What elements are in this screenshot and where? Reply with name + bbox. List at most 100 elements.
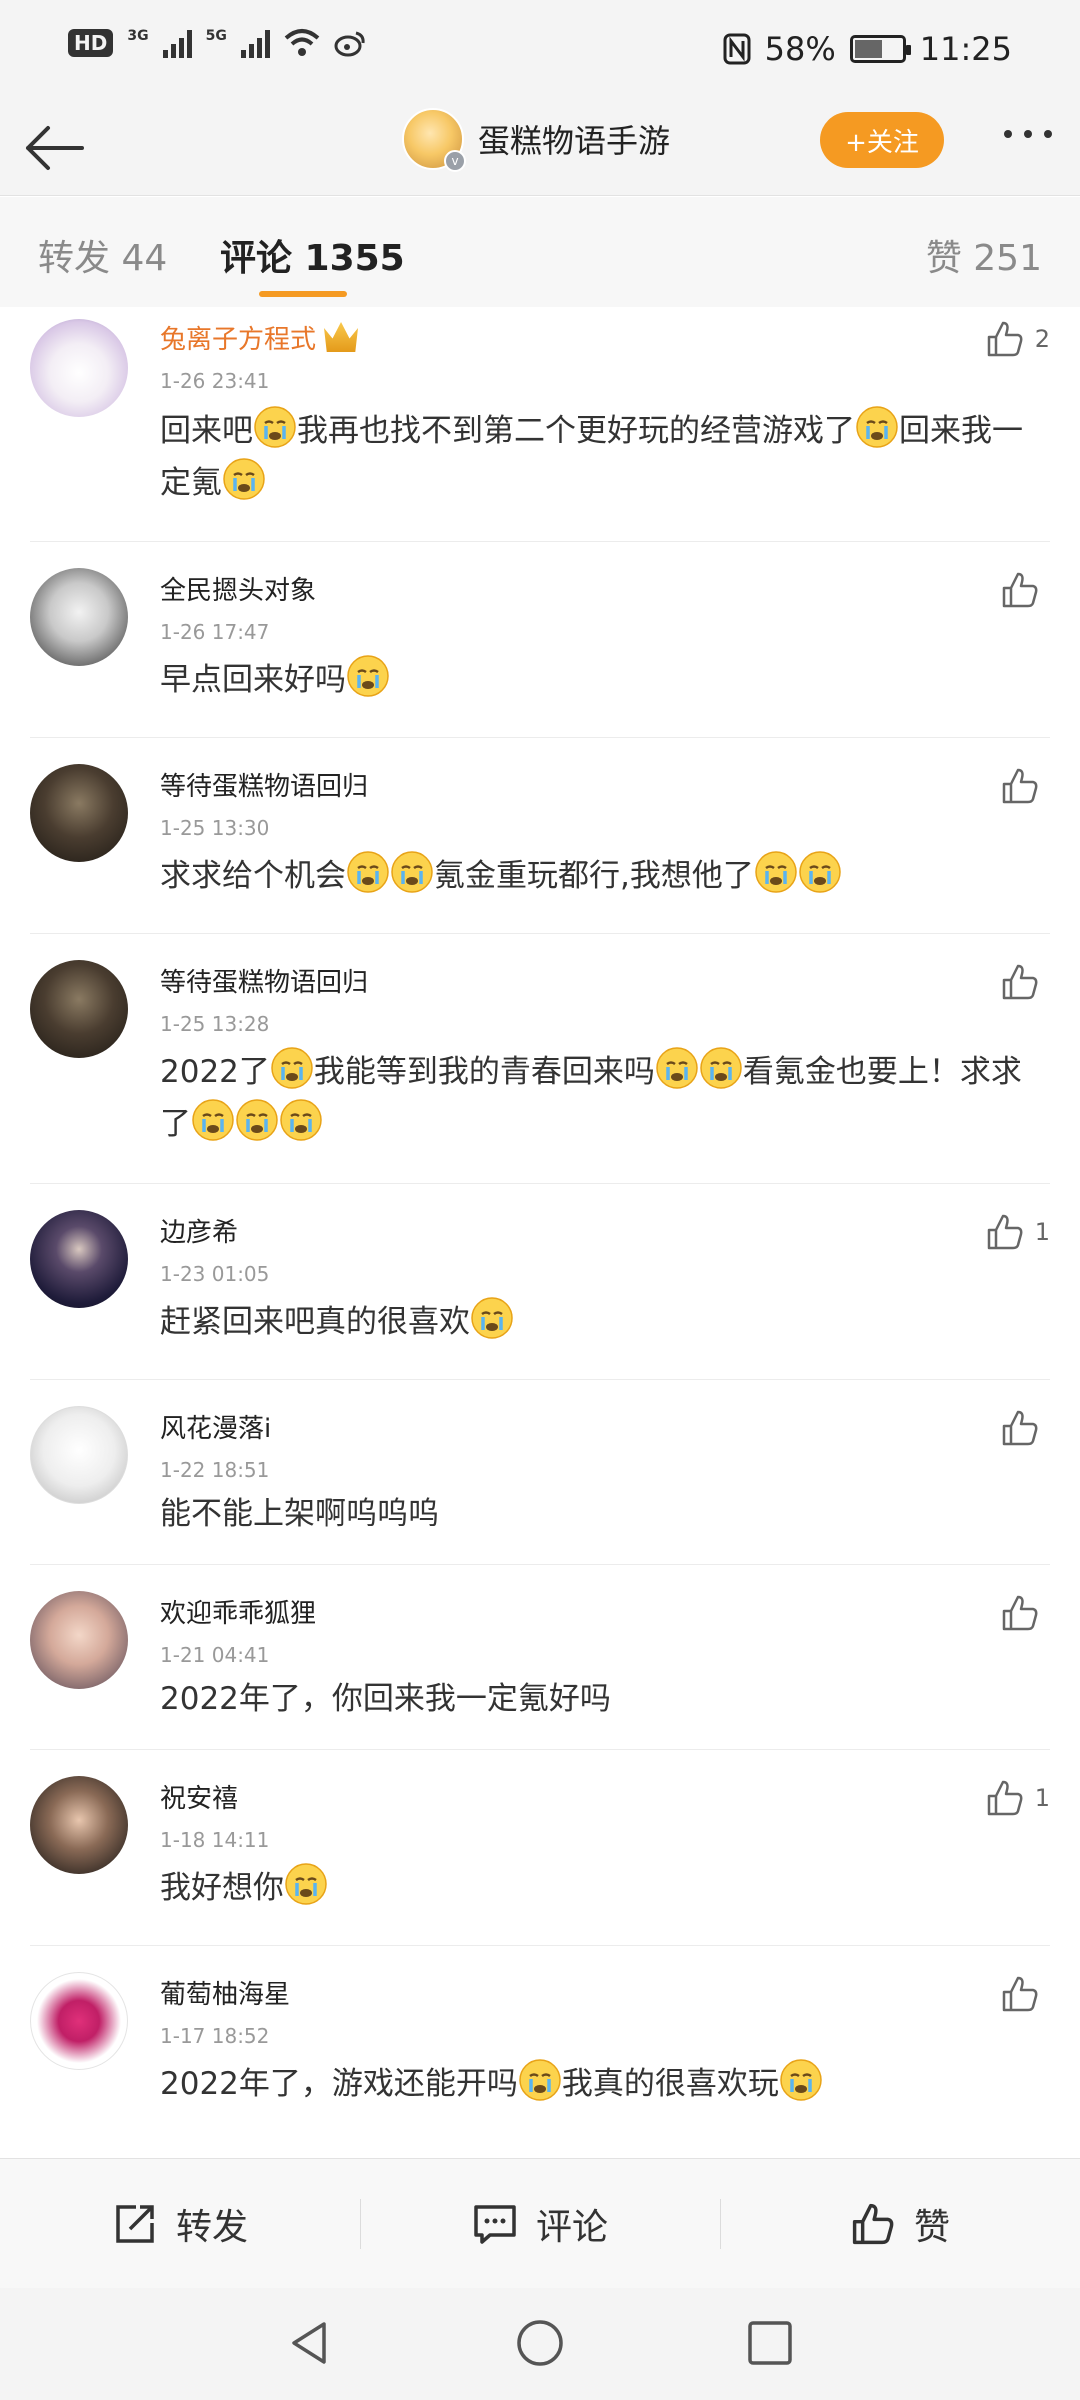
comment-like-button[interactable]: 2: [985, 319, 1050, 359]
battery-level: [854, 40, 882, 58]
comment-time: 1-25 13:28: [160, 1012, 270, 1036]
comment-text: 我好想你: [160, 1862, 1050, 1914]
nav-home-icon[interactable]: [515, 2318, 565, 2368]
comment-username[interactable]: 祝安禧: [160, 1778, 238, 1815]
avatar[interactable]: [30, 1591, 128, 1689]
account-title: 蛋糕物语手游: [478, 122, 671, 160]
comment-item: 风花漫落i 1-22 18:51 能不能上架啊呜呜呜: [30, 1380, 1050, 1565]
crying-emoji-icon: [656, 1047, 698, 1089]
comment-item: 边彦希 1-23 01:05 1 赶紧回来吧真的很喜欢: [30, 1184, 1050, 1380]
system-nav-bar: [0, 2288, 1080, 2400]
account-avatar[interactable]: v: [402, 108, 466, 172]
more-dots-icon[interactable]: [1004, 130, 1052, 138]
crying-emoji-icon: [223, 458, 265, 500]
battery-icon: [849, 35, 911, 63]
comment-like-button[interactable]: 1: [985, 1212, 1050, 1252]
comment-text: 能不能上架啊呜呜呜: [160, 1496, 439, 1532]
wifi-icon: [284, 29, 320, 56]
comment-time: 1-18 14:11: [160, 1828, 270, 1852]
crying-emoji-icon: [519, 2059, 561, 2101]
avatar[interactable]: [30, 960, 128, 1058]
comment-text: 回来吧 我再也找不到第二个更好玩的经营游戏了 回来我一定氪: [160, 405, 1050, 509]
crying-emoji-icon: [391, 851, 433, 893]
comment-like-button[interactable]: [1000, 962, 1050, 1002]
crying-emoji-icon: [856, 406, 898, 448]
avatar[interactable]: [30, 1776, 128, 1874]
repost-button[interactable]: 转发: [0, 2159, 360, 2288]
comment-username[interactable]: 等待蛋糕物语回归: [160, 766, 368, 803]
comment-item: 葡萄柚海星 1-17 18:52 2022年了，游戏还能开吗 我真的很喜欢玩: [30, 1946, 1050, 2142]
back-arrow-icon[interactable]: [22, 118, 86, 178]
comment-time: 1-25 13:30: [160, 816, 270, 840]
comment-like-button[interactable]: [1000, 766, 1050, 806]
header: v 蛋糕物语手游 +关注: [0, 100, 1080, 196]
comment-like-button[interactable]: [1000, 570, 1050, 610]
thumbs-up-icon: [1002, 1595, 1038, 1631]
comment-username[interactable]: 全民摁头对象: [160, 570, 316, 607]
account-info[interactable]: v 蛋糕物语手游: [402, 108, 671, 172]
comment-username[interactable]: 等待蛋糕物语回归: [160, 962, 368, 999]
tab-reposts[interactable]: 转发 44: [38, 229, 167, 281]
tab-likes[interactable]: 赞 251: [926, 229, 1042, 281]
comment-like-button[interactable]: [1000, 1593, 1050, 1633]
crying-emoji-icon: [236, 1099, 278, 1141]
comment-username[interactable]: 欢迎乖乖狐狸: [160, 1593, 316, 1630]
comment-username[interactable]: 兔离子方程式: [160, 319, 359, 356]
repost-label: 转发: [175, 2206, 248, 2248]
comment-like-button[interactable]: [1000, 1408, 1050, 1448]
crying-emoji-icon: [471, 1297, 513, 1339]
hd-label: HD: [74, 31, 108, 55]
like-button[interactable]: 赞: [720, 2159, 1080, 2288]
signal-icon: [162, 28, 192, 58]
comment-item: 欢迎乖乖狐狸 1-21 04:41 2022年了，你回来我一定氪好吗: [30, 1565, 1050, 1750]
comment-button[interactable]: 评论: [360, 2159, 720, 2288]
comment-text: 2022年了，游戏还能开吗 我真的很喜欢玩: [160, 2058, 1050, 2110]
comment-username[interactable]: 葡萄柚海星: [160, 1974, 290, 2011]
avatar[interactable]: [30, 1210, 128, 1308]
active-tab-indicator: [259, 291, 347, 297]
comment-username[interactable]: 边彦希: [160, 1212, 238, 1249]
crying-emoji-icon: [780, 2059, 822, 2101]
comment-text: 求求给个机会 氪金重玩都行,我想他了: [160, 850, 1050, 902]
crying-emoji-icon: [755, 851, 797, 893]
comment-item: 兔离子方程式 1-26 23:41 2 回来吧 我再也找不到第二个更好玩的经营游戏…: [30, 307, 1050, 542]
vip-crown-icon: [324, 322, 359, 352]
tab-comments[interactable]: 评论 1355: [220, 229, 405, 281]
comment-like-button[interactable]: [1000, 1974, 1050, 2014]
comment-item: 祝安禧 1-18 14:11 1 我好想你: [30, 1750, 1050, 1946]
comment-list[interactable]: 兔离子方程式 1-26 23:41 2 回来吧 我再也找不到第二个更好玩的经营游戏…: [0, 307, 1080, 2157]
avatar[interactable]: [30, 764, 128, 862]
tab-bar: 转发 44 评论 1355 赞 251: [0, 197, 1080, 307]
comment-text: 早点回来好吗: [160, 654, 1050, 706]
avatar[interactable]: [30, 1972, 128, 2070]
comment-label: 评论: [535, 2206, 608, 2248]
comment-like-button[interactable]: 1: [985, 1778, 1050, 1818]
crying-emoji-icon: [347, 851, 389, 893]
verified-badge-icon: v: [444, 150, 466, 172]
crying-emoji-icon: [254, 406, 296, 448]
crying-emoji-icon: [280, 1099, 322, 1141]
thumbs-up-icon: [1002, 1976, 1038, 2012]
like-count: 1: [1034, 1218, 1050, 1246]
nav-back-icon[interactable]: [284, 2318, 334, 2368]
thumbs-up-icon: [852, 2203, 894, 2244]
network-3g-label: 3G: [127, 28, 149, 44]
crying-emoji-icon: [799, 851, 841, 893]
comment-username[interactable]: 风花漫落i: [160, 1408, 271, 1445]
avatar[interactable]: [30, 319, 128, 417]
like-count: 2: [1034, 325, 1050, 353]
avatar[interactable]: [30, 568, 128, 666]
crying-emoji-icon: [271, 1047, 313, 1089]
comment-time: 1-23 01:05: [160, 1262, 270, 1286]
avatar[interactable]: [30, 1406, 128, 1504]
weibo-icon: [334, 31, 365, 57]
crying-emoji-icon: [285, 1863, 327, 1905]
thumbs-up-icon: [987, 1780, 1023, 1816]
comment-time: 1-26 17:47: [160, 620, 270, 644]
signal-icon-2: [240, 28, 270, 58]
comment-item: 等待蛋糕物语回归 1-25 13:30 求求给个机会 氪金重玩都行,我想他了: [30, 738, 1050, 934]
follow-button[interactable]: +关注: [820, 112, 944, 168]
network-5g-label: 5G: [205, 28, 227, 44]
comment-text: 2022年了，你回来我一定氪好吗: [160, 1681, 611, 1717]
nav-recents-icon[interactable]: [745, 2318, 795, 2368]
